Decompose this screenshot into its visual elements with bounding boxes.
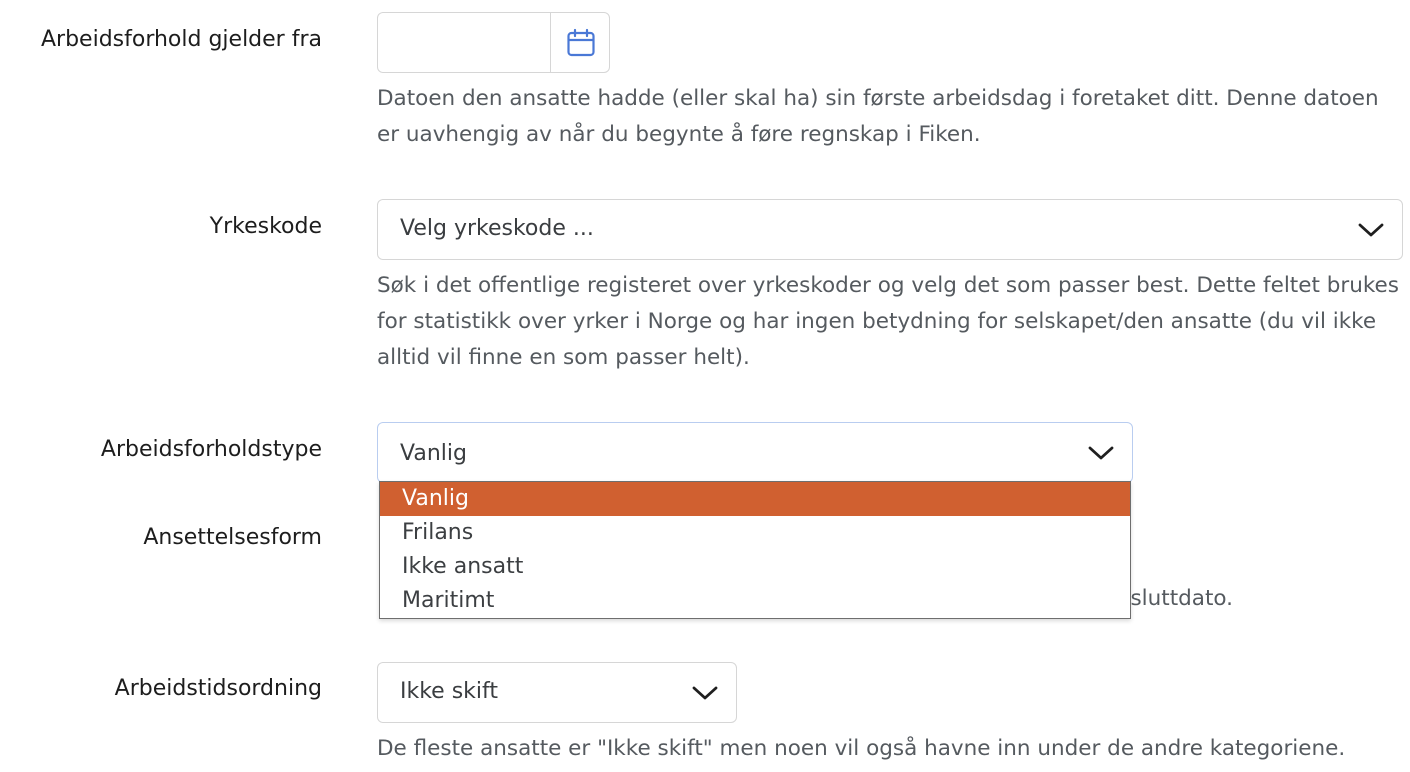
dropdown-option-frilans[interactable]: Frilans: [380, 516, 1130, 550]
employment-type-select[interactable]: Vanlig: [377, 422, 1133, 483]
occupation-select-value: Velg yrkeskode ...: [400, 216, 594, 241]
occupation-help: Søk i det offentlige registeret over yrk…: [377, 273, 1399, 370]
start-date-input[interactable]: [378, 13, 550, 72]
employment-form-label: Ansettelsesform: [143, 525, 322, 550]
working-hours-select-value: Ikke skift: [400, 679, 499, 704]
employment-type-dropdown: Vanlig Frilans Ikke ansatt Maritimt: [379, 481, 1131, 619]
working-hours-help: De fleste ansatte er "Ikke skift" men no…: [377, 736, 1346, 761]
chevron-down-icon: [1358, 200, 1384, 259]
dropdown-option-maritimt[interactable]: Maritimt: [380, 584, 1130, 618]
employment-type-label: Arbeidsforholdstype: [100, 437, 322, 462]
start-date-input-group: [377, 12, 610, 73]
chevron-down-icon: [692, 663, 718, 722]
occupation-label: Yrkeskode: [209, 214, 322, 239]
chevron-down-icon: [1088, 423, 1114, 482]
start-date-label: Arbeidsforhold gjelder fra: [40, 27, 322, 52]
calendar-button[interactable]: [550, 13, 610, 72]
dropdown-option-vanlig[interactable]: Vanlig: [380, 482, 1130, 516]
dropdown-option-ikke-ansatt[interactable]: Ikke ansatt: [380, 550, 1130, 584]
start-date-help: Datoen den ansatte hadde (eller skal ha)…: [377, 86, 1379, 147]
working-hours-label: Arbeidstidsordning: [114, 676, 322, 701]
working-hours-select[interactable]: Ikke skift: [377, 662, 737, 723]
employment-type-select-value: Vanlig: [400, 441, 467, 466]
calendar-icon: [566, 28, 595, 56]
occupation-select[interactable]: Velg yrkeskode ...: [377, 199, 1403, 260]
